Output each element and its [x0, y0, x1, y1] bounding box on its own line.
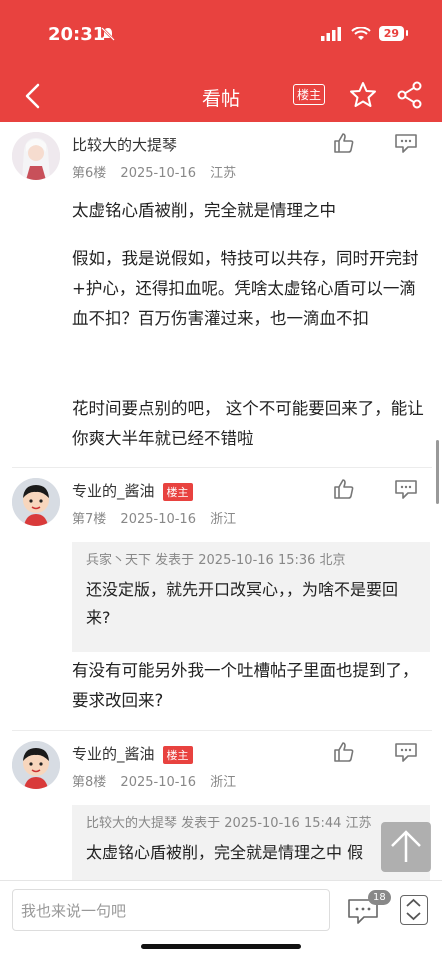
- sort-toggle-button[interactable]: [400, 895, 428, 925]
- floor-number: 第6楼: [72, 166, 107, 181]
- scroll-to-top-button[interactable]: [381, 822, 431, 872]
- comment-icon[interactable]: [393, 478, 419, 500]
- quote-text: 还没定版，就先开口改冥心，，为啥不是要回来?: [86, 580, 399, 627]
- status-bar: 20:31 29: [0, 0, 442, 70]
- battery-icon: 29: [378, 26, 409, 41]
- post-date: 2025-10-16: [120, 512, 196, 527]
- post-paragraph: 有没有可能另外我一个吐槽帖子里面也提到了，要求改回来?: [72, 661, 419, 710]
- post-date: 2025-10-16: [120, 775, 196, 790]
- avatar-image: [12, 478, 60, 526]
- floor-number: 第7楼: [72, 512, 107, 527]
- floor-number: 第8楼: [72, 775, 107, 790]
- share-icon[interactable]: [396, 81, 424, 109]
- status-time: 20:31: [48, 24, 106, 45]
- status-indicators: 29: [320, 26, 409, 41]
- comment-count-badge: 18: [368, 890, 391, 905]
- avatar[interactable]: [12, 478, 60, 526]
- post-floor-8: 专业的_酱油 楼主 第8楼 2025-10-16 浙江 比较大的大提琴 发表于 2…: [0, 731, 442, 881]
- avatar-image: [12, 132, 60, 180]
- post-date: 2025-10-16: [120, 166, 196, 181]
- post-meta: 第8楼 2025-10-16 浙江: [72, 771, 246, 790]
- post-paragraph: 假如，我是说假如，特技可以共存，同时开完封+护心，还得扣血呢。凭啥太虚铭心盾可以…: [72, 249, 419, 328]
- comment-icon[interactable]: [393, 741, 419, 763]
- op-badge: 楼主: [162, 745, 193, 764]
- post-location: 江苏: [210, 166, 237, 181]
- bell-muted-icon: [101, 27, 115, 41]
- post-paragraph: 太虚铭心盾被削，完全就是情理之中: [72, 201, 336, 220]
- avatar[interactable]: [12, 132, 60, 180]
- signal-icon: [320, 26, 341, 41]
- post-meta: 第7楼 2025-10-16 浙江: [72, 508, 246, 527]
- username[interactable]: 专业的_酱油 楼主: [72, 743, 193, 764]
- quote-header: 比较大的大提琴 发表于 2025-10-16 15:44 江苏: [86, 816, 372, 831]
- thumbs-up-icon[interactable]: [333, 741, 355, 763]
- post-floor-7: 专业的_酱油 楼主 第7楼 2025-10-16 浙江 兵家丶天下 发表于 202…: [0, 468, 442, 730]
- op-badge: 楼主: [162, 482, 193, 501]
- quote-text: 太虚铭心盾被削，完全就是情理之中 假: [86, 843, 364, 862]
- post-location: 浙江: [210, 775, 237, 790]
- quoted-reply[interactable]: 比较大的大提琴 发表于 2025-10-16 15:44 江苏 太虚铭心盾被削，…: [72, 805, 430, 881]
- comment-input[interactable]: 我也来说一句吧: [12, 889, 330, 931]
- comment-icon[interactable]: [393, 132, 419, 154]
- post-floor-6: 比较大的大提琴 第6楼 2025-10-16 江苏 太虚铭心盾被削，完全就是情理…: [0, 122, 442, 468]
- home-indicator: [141, 944, 301, 949]
- username[interactable]: 比较大的大提琴: [72, 134, 177, 155]
- username-text: 专业的_酱油: [72, 745, 155, 763]
- thumbs-up-icon[interactable]: [333, 478, 355, 500]
- up-down-arrows-icon: [406, 898, 421, 921]
- scrollbar-thumb[interactable]: [436, 440, 439, 504]
- wifi-icon: [350, 26, 371, 40]
- post-meta: 第6楼 2025-10-16 江苏: [72, 162, 246, 181]
- quote-header: 兵家丶天下 发表于 2025-10-16 15:36 北京: [86, 553, 346, 568]
- post-location: 浙江: [210, 512, 237, 527]
- thumbs-up-icon[interactable]: [333, 132, 355, 154]
- star-icon[interactable]: [349, 81, 377, 109]
- username-text: 专业的_酱油: [72, 482, 155, 500]
- username[interactable]: 专业的_酱油 楼主: [72, 480, 193, 501]
- only-op-button[interactable]: 楼主: [293, 84, 326, 105]
- avatar[interactable]: [12, 741, 60, 789]
- post-paragraph: 花时间要点别的吧， 这个不可能要回来了，能让你爽大半年就已经不错啦: [72, 399, 424, 448]
- nav-bar: 看帖 楼主: [0, 70, 442, 122]
- quoted-reply[interactable]: 兵家丶天下 发表于 2025-10-16 15:36 北京 还没定版，就先开口改…: [72, 542, 430, 652]
- arrow-up-icon: [391, 830, 421, 862]
- avatar-image: [12, 741, 60, 789]
